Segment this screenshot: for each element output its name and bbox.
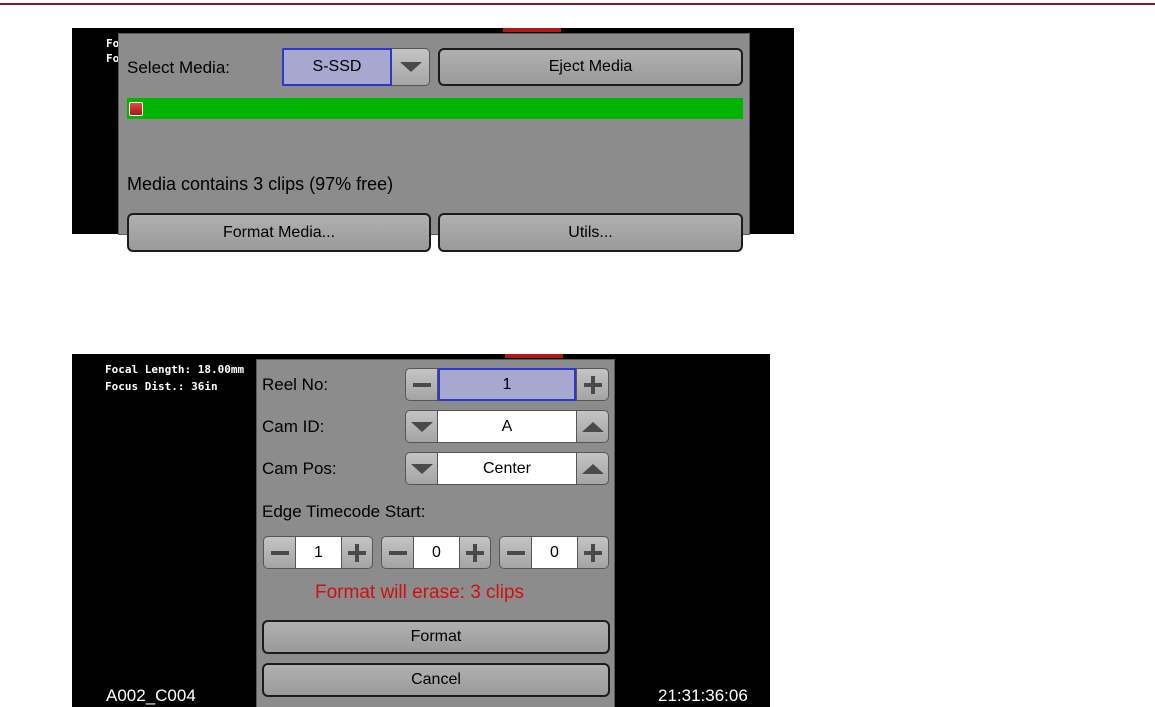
media-screen: Fo Fo Select Media: S-SSD Eject Media Me…: [72, 28, 794, 252]
plus-icon: [466, 543, 484, 562]
chevron-up-icon: [581, 463, 604, 474]
cam-pos-down-button[interactable]: [405, 452, 438, 485]
media-usage-bar: [127, 98, 743, 119]
format-panel: Reel No: 1 Cam ID: A Cam Pos: Center Edg…: [257, 360, 614, 707]
focus-distance-readout: Focus Dist.: 36in: [105, 380, 218, 393]
minus-icon: [270, 550, 289, 555]
media-panel: Select Media: S-SSD Eject Media Media co…: [119, 34, 749, 252]
focal-length-readout: Focal Length: 18.00mm: [105, 363, 245, 376]
format-warning-text: Format will erase: 3 clips: [315, 582, 525, 603]
reel-no-label: Reel No:: [262, 375, 329, 394]
overlay-line-1: Fo: [106, 37, 120, 50]
media-dropdown-button[interactable]: [392, 48, 430, 86]
cam-id-label: Cam ID:: [262, 417, 325, 436]
plus-icon: [583, 375, 602, 394]
top-tab-indicator: [505, 354, 563, 358]
top-tab-indicator: [503, 28, 561, 32]
clip-name: A002_C004: [106, 686, 196, 705]
chevron-down-icon: [410, 421, 433, 432]
cam-pos-up-button[interactable]: [576, 452, 609, 485]
plus-icon: [348, 543, 366, 562]
cam-id-up-button[interactable]: [576, 410, 609, 443]
reel-decrement-button[interactable]: [405, 368, 438, 401]
timecode-readout: 21:31:36:06: [658, 686, 748, 705]
tc-seconds-decrement-button[interactable]: [499, 536, 532, 569]
select-media-label: Select Media:: [127, 58, 230, 77]
tc-hours-decrement-button[interactable]: [263, 536, 296, 569]
tc-minutes-increment-button[interactable]: [459, 536, 491, 569]
overlay-line-2: Fo: [106, 52, 120, 65]
tc-hours-value[interactable]: 1: [296, 536, 341, 569]
chevron-up-icon: [581, 421, 604, 432]
cam-pos-label: Cam Pos:: [262, 459, 337, 478]
tc-minutes-value[interactable]: 0: [414, 536, 459, 569]
format-media-button[interactable]: Format Media...: [127, 213, 431, 252]
tc-hours-increment-button[interactable]: [341, 536, 373, 569]
tc-seconds-value[interactable]: 0: [532, 536, 577, 569]
tc-seconds-increment-button[interactable]: [577, 536, 609, 569]
reel-increment-button[interactable]: [576, 368, 609, 401]
cam-id-down-button[interactable]: [405, 410, 438, 443]
utils-button[interactable]: Utils...: [438, 213, 743, 252]
edge-timecode-label: Edge Timecode Start:: [262, 502, 426, 521]
minus-icon: [388, 550, 407, 555]
media-status-text: Media contains 3 clips (97% free): [127, 174, 394, 194]
plus-icon: [584, 543, 602, 562]
eject-media-button[interactable]: Eject Media: [438, 48, 743, 86]
chevron-down-icon: [399, 62, 422, 72]
reel-no-value[interactable]: 1: [438, 368, 576, 401]
record-stop-icon: [129, 102, 143, 116]
top-divider-line: [0, 3, 1155, 5]
minus-icon: [412, 382, 431, 387]
tc-minutes-decrement-button[interactable]: [381, 536, 414, 569]
cancel-button[interactable]: Cancel: [262, 663, 610, 697]
cam-id-value[interactable]: A: [438, 410, 576, 443]
format-button[interactable]: Format: [262, 620, 610, 654]
cam-pos-value[interactable]: Center: [438, 452, 576, 485]
format-screen: Focal Length: 18.00mm Focus Dist.: 36in …: [72, 354, 770, 707]
media-select-value[interactable]: S-SSD: [282, 48, 392, 86]
chevron-down-icon: [410, 463, 433, 474]
minus-icon: [506, 550, 525, 555]
